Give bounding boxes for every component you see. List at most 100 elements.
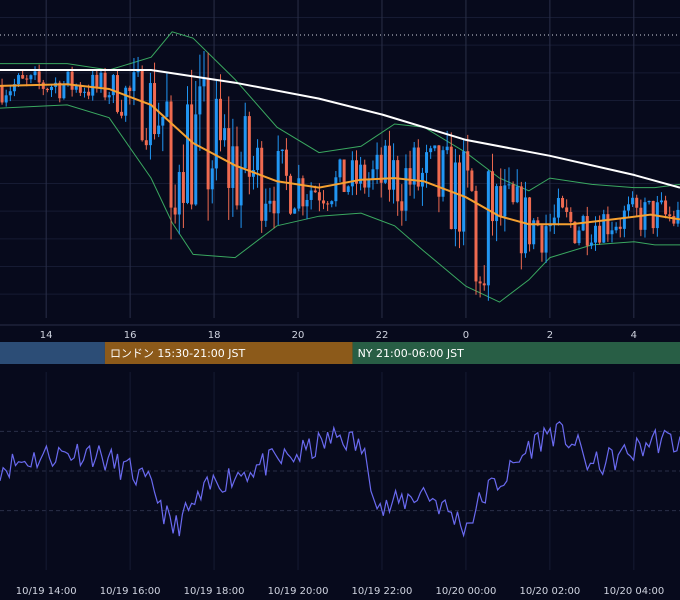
candle-body	[523, 197, 527, 254]
candle-body	[8, 91, 12, 96]
candle-body	[95, 74, 99, 88]
bottom-axis-tick-label: 10/20 04:00	[603, 586, 664, 597]
candle-body	[214, 98, 218, 169]
candle-body	[210, 168, 214, 190]
candle-body	[499, 186, 503, 217]
candle-body	[334, 177, 338, 202]
candle-body	[29, 75, 33, 80]
candle-body	[614, 226, 618, 231]
candle-body	[293, 208, 297, 214]
candle-body	[342, 159, 346, 192]
candle-body	[622, 210, 626, 229]
candle-body	[256, 147, 260, 170]
price-axis-tick-label: 0	[463, 330, 469, 341]
candle-body	[367, 179, 371, 188]
candle-body	[420, 172, 424, 187]
candle-body	[4, 95, 8, 103]
candle-body	[408, 168, 412, 185]
price-axis-tick-label: 20	[292, 330, 305, 341]
candle-body	[676, 209, 680, 224]
candle-body	[668, 214, 672, 217]
candle-body	[462, 151, 466, 232]
candle-body	[433, 145, 437, 149]
candle-body	[585, 216, 589, 246]
bottom-axis-tick-label: 10/19 14:00	[16, 586, 77, 597]
candle-body	[124, 87, 128, 116]
bottom-axis-tick-label: 10/19 18:00	[184, 586, 245, 597]
candle-body	[404, 168, 408, 211]
session-label: NY 21:00-06:00 JST	[358, 347, 465, 360]
candle-body	[565, 207, 569, 212]
candle-body	[169, 101, 173, 208]
trading-chart[interactable]: 14 16 18 20 22 0 2 4 ロンドン 15:30-21:00 JST NY 21:…	[0, 0, 680, 600]
candle-body	[0, 85, 4, 103]
candle-body	[322, 200, 326, 204]
candle-body	[132, 72, 136, 92]
candle-body	[383, 145, 387, 183]
session-label: ロンドン 15:30-21:00 JST	[110, 347, 246, 360]
candle-body	[309, 190, 313, 200]
candle-body	[507, 184, 511, 186]
candle-body	[198, 86, 202, 115]
candle-body	[482, 283, 486, 286]
candle-body	[371, 169, 375, 180]
candle-body	[120, 111, 124, 116]
candle-body	[37, 71, 41, 83]
candle-body	[186, 104, 190, 203]
candle-body	[449, 146, 453, 230]
candle-body	[17, 75, 21, 85]
candle-body	[218, 98, 222, 141]
candle-body	[272, 200, 276, 214]
candle-body	[635, 197, 639, 208]
candle-body	[540, 225, 544, 253]
price-axis-tick-label: 2	[547, 330, 553, 341]
candle-body	[91, 74, 95, 96]
candle-body	[260, 147, 264, 221]
candle-body	[375, 154, 379, 170]
candle-body	[458, 162, 462, 232]
candle-body	[301, 178, 305, 207]
bottom-axis-tick-label: 10/20 02:00	[519, 586, 580, 597]
candle-body	[326, 203, 330, 205]
candle-body	[445, 146, 449, 151]
candle-body	[165, 101, 169, 117]
candle-body	[231, 146, 235, 188]
candle-body	[223, 128, 227, 141]
candle-body	[610, 230, 614, 235]
candle-body	[515, 186, 519, 203]
candle-body	[659, 200, 663, 203]
candle-body	[672, 216, 676, 224]
price-axis-tick-label: 14	[40, 330, 53, 341]
price-axis-tick-label: 22	[376, 330, 389, 341]
candle-body	[87, 91, 91, 96]
candle-body	[470, 170, 474, 191]
candle-body	[107, 95, 111, 98]
candle-body	[289, 175, 293, 214]
candle-body	[206, 78, 210, 190]
candle-body	[190, 104, 194, 205]
candle-body	[544, 226, 548, 253]
candle-body	[25, 78, 29, 80]
session-segment	[0, 342, 105, 364]
candle-body	[239, 167, 243, 206]
candle-body	[280, 149, 284, 152]
candle-body	[552, 217, 556, 224]
candle-body	[503, 185, 507, 217]
price-axis-tick-label: 4	[631, 330, 637, 341]
candle-body	[511, 184, 515, 203]
candle-body	[598, 225, 602, 243]
bottom-axis-tick-label: 10/19 20:00	[268, 586, 329, 597]
candle-body	[227, 128, 231, 188]
candle-body	[202, 78, 206, 87]
candle-body	[626, 204, 630, 211]
candle-body	[606, 214, 610, 235]
candle-body	[82, 91, 86, 93]
candle-body	[528, 197, 532, 245]
candle-body	[144, 140, 148, 146]
candle-body	[45, 88, 49, 91]
candle-body	[338, 159, 342, 178]
candle-body	[577, 230, 581, 244]
candle-body	[33, 71, 37, 76]
candle-body	[128, 87, 132, 92]
candle-body	[330, 201, 334, 205]
